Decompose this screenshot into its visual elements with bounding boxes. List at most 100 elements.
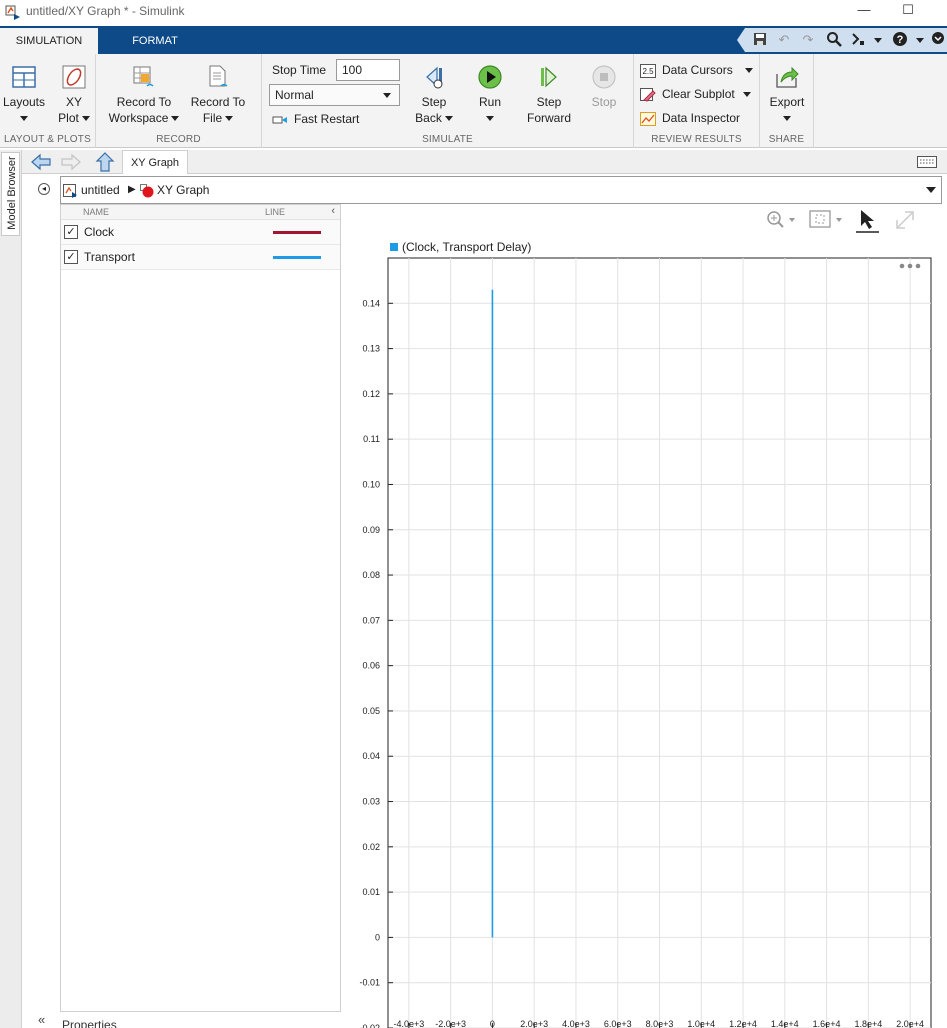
- breadcrumb-dropdown-icon[interactable]: [926, 187, 936, 193]
- help-dropdown-icon[interactable]: [909, 31, 927, 49]
- data-cursors-label: Data Cursors: [662, 63, 733, 77]
- clock-line-swatch[interactable]: [273, 231, 321, 234]
- tab-xy-graph[interactable]: XY Graph: [122, 150, 188, 174]
- axes-options-icon[interactable]: [899, 263, 921, 269]
- back-arrow-icon[interactable]: [30, 152, 52, 172]
- ribbon-tab-strip: SIMULATION FORMAT ↶ ↷ ?: [0, 26, 947, 54]
- group-share: Export SHARE: [760, 54, 814, 148]
- help-icon[interactable]: ?: [891, 31, 909, 49]
- x-tick-label: 2.0e+3: [520, 1019, 548, 1028]
- record-workspace-icon: [133, 66, 154, 87]
- minimize-button[interactable]: —: [854, 2, 874, 20]
- x-tick-label: 1.0e+4: [687, 1019, 715, 1028]
- step-forward-button[interactable]: Step Forward: [520, 64, 578, 126]
- column-header-line: LINE: [265, 207, 286, 217]
- x-tick-label: 1.6e+4: [813, 1019, 841, 1028]
- step-forward-label-2: Forward: [526, 111, 571, 125]
- up-arrow-icon[interactable]: [94, 152, 116, 172]
- clear-subplot-label: Clear Subplot: [662, 87, 735, 101]
- export-dropdown-icon: [783, 116, 791, 122]
- navigation-bar: XY Graph: [22, 150, 947, 174]
- svg-text:?: ?: [897, 34, 904, 46]
- save-icon[interactable]: [751, 31, 769, 49]
- group-label-review-results: REVIEW RESULTS: [651, 134, 742, 145]
- xy-plot-dropdown-icon: [81, 116, 90, 122]
- maximize-plot-icon[interactable]: [896, 211, 914, 229]
- select-cursor-icon[interactable]: [856, 210, 879, 233]
- model-browser-tab[interactable]: Model Browser: [1, 152, 20, 236]
- clear-subplot-button[interactable]: Clear Subplot: [640, 84, 751, 104]
- stop-time-label: Stop Time: [272, 63, 327, 77]
- y-tick-label: 0.10: [362, 479, 380, 489]
- keyboard-icon[interactable]: [917, 156, 937, 168]
- signal-row-clock[interactable]: ✓ Clock: [61, 220, 340, 245]
- fast-restart-label: Fast Restart: [294, 112, 360, 126]
- y-tick-label: 0.01: [362, 887, 380, 897]
- xy-plot-button[interactable]: XY Plot: [52, 64, 96, 126]
- tab-format[interactable]: FORMAT: [110, 28, 200, 54]
- signal-row-transport[interactable]: ✓ Transport: [61, 245, 340, 270]
- step-back-label-2: Back: [415, 111, 442, 125]
- x-tick-label: 1.2e+4: [729, 1019, 757, 1028]
- transport-signal-name: Transport: [84, 250, 135, 264]
- model-browser-label: Model Browser: [6, 156, 18, 230]
- zoom-icon[interactable]: [767, 211, 795, 228]
- group-simulate: Stop Time 100 Normal Fast Restart Step B…: [262, 54, 634, 148]
- layouts-dropdown-icon: [20, 116, 28, 122]
- record-file-label-2: File: [202, 111, 223, 125]
- group-layout-plots: Layouts XY Plot LAYOUT & PLOTS: [0, 54, 96, 148]
- clock-signal-name: Clock: [84, 225, 115, 239]
- y-tick-label: 0.03: [362, 797, 380, 807]
- record-to-workspace-button[interactable]: Record To Workspace: [104, 64, 184, 126]
- simulation-mode-select[interactable]: Normal: [269, 84, 400, 106]
- plot-area: (Clock, Transport Delay) -0.02 -0.01 0 0.01…: [342, 204, 947, 1028]
- record-file-label-1: Record To: [190, 95, 246, 109]
- y-tick-label: 0.13: [362, 344, 380, 354]
- model-icon: [63, 184, 77, 198]
- transport-line-swatch[interactable]: [273, 256, 321, 259]
- stop-icon: [592, 65, 616, 89]
- stop-button[interactable]: Stop: [584, 64, 624, 110]
- expand-properties-icon[interactable]: «: [38, 1012, 45, 1027]
- breadcrumb-root[interactable]: untitled: [81, 183, 120, 197]
- transport-checkbox[interactable]: ✓: [64, 250, 78, 264]
- shortcuts-dropdown-icon[interactable]: [867, 31, 885, 49]
- redo-icon[interactable]: ↷: [799, 31, 817, 49]
- xy-plot-chart[interactable]: (Clock, Transport Delay) -0.02 -0.01 0 0.01…: [342, 204, 947, 1028]
- collapse-ribbon-icon[interactable]: [929, 31, 947, 49]
- stop-time-input[interactable]: 100: [336, 59, 400, 81]
- layouts-button[interactable]: Layouts: [2, 64, 46, 126]
- fit-to-view-icon[interactable]: [809, 210, 842, 228]
- maximize-button[interactable]: ☐: [898, 2, 918, 20]
- breadcrumb-current[interactable]: XY Graph: [157, 183, 209, 197]
- data-inspector-button[interactable]: Data Inspector: [640, 108, 740, 128]
- properties-label[interactable]: Properties: [62, 1018, 117, 1028]
- export-button[interactable]: Export: [764, 64, 810, 126]
- data-inspector-icon: [640, 111, 656, 126]
- x-tick-label: 8.0e+3: [646, 1019, 674, 1028]
- data-inspector-label: Data Inspector: [662, 111, 741, 125]
- undo-icon[interactable]: ↶: [775, 31, 793, 49]
- forward-arrow-icon[interactable]: [60, 152, 82, 172]
- y-tick-label: 0: [375, 932, 380, 942]
- x-tick-label: 4.0e+3: [562, 1019, 590, 1028]
- tab-simulation[interactable]: SIMULATION: [0, 28, 98, 54]
- run-button[interactable]: Run: [470, 64, 510, 126]
- y-tick-label: -0.01: [359, 978, 380, 988]
- hide-explorer-icon[interactable]: ◂: [38, 183, 50, 195]
- y-tick-label: 0.12: [362, 389, 380, 399]
- record-file-dropdown-icon: [225, 116, 234, 122]
- xy-plot-label-1: XY: [65, 95, 82, 109]
- group-record: Record To Workspace Record To File RECOR…: [96, 54, 262, 148]
- clock-checkbox[interactable]: ✓: [64, 225, 78, 239]
- collapse-panel-icon[interactable]: ‹: [331, 205, 335, 217]
- fast-restart-button[interactable]: Fast Restart: [272, 109, 359, 129]
- data-cursors-dropdown-icon: [744, 68, 753, 74]
- group-label-simulate: SIMULATE: [422, 134, 473, 145]
- record-to-file-button[interactable]: Record To File: [186, 64, 250, 126]
- step-back-button[interactable]: Step Back: [410, 64, 458, 126]
- search-icon[interactable]: [825, 31, 843, 49]
- shortcuts-icon[interactable]: [849, 31, 867, 49]
- data-cursors-button[interactable]: 2.5 Data Cursors: [640, 60, 753, 80]
- x-tick-label: -2.0e+3: [435, 1019, 466, 1028]
